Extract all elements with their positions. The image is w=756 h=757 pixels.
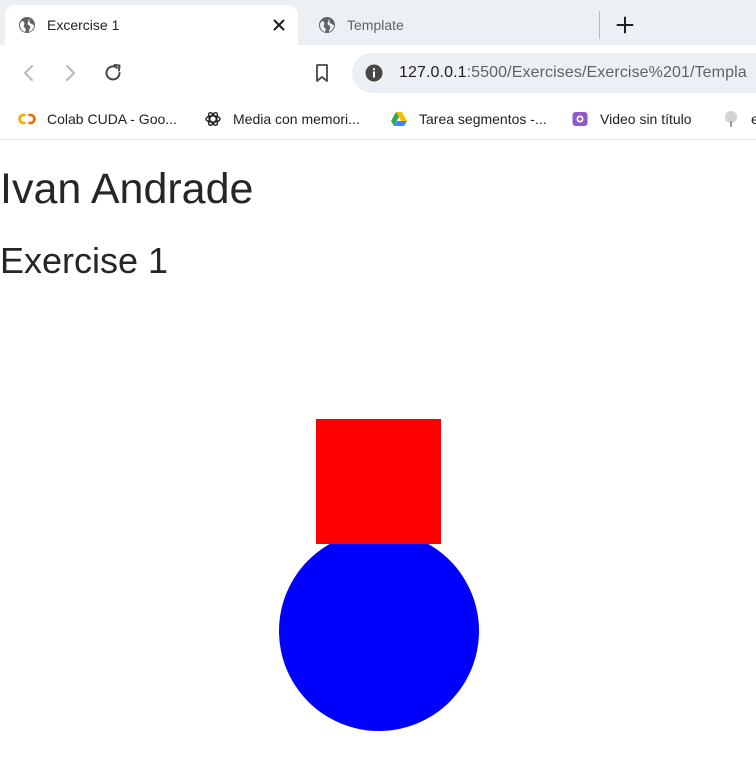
info-icon[interactable]	[365, 64, 383, 82]
reload-button[interactable]	[101, 61, 125, 85]
bookmark-tarea[interactable]: Tarea segmentos -...	[390, 108, 547, 130]
blue-circle	[279, 531, 479, 731]
url-host: 127.0.0.1	[399, 64, 467, 81]
back-button[interactable]	[17, 61, 41, 85]
globe-icon	[19, 17, 35, 33]
bookmark-colab[interactable]: Colab CUDA - Goo...	[18, 108, 177, 130]
url-path: :5500/Exercises/Exercise%201/Templa	[466, 64, 747, 81]
google-drive-icon	[391, 112, 407, 126]
close-icon[interactable]	[270, 16, 288, 34]
arrow-right-icon	[66, 65, 75, 81]
page-subtitle: Exercise 1	[0, 240, 169, 281]
red-square	[316, 419, 441, 544]
bookmark-media[interactable]: Media con memori...	[204, 108, 360, 130]
page-title: Ivan Andrade	[0, 165, 254, 213]
tab-template[interactable]: Template	[305, 5, 595, 45]
bookmark-label: Tarea segmentos -...	[419, 111, 547, 127]
bookmark-icon[interactable]	[311, 62, 333, 84]
video-icon	[572, 112, 588, 126]
forward-button[interactable]	[58, 61, 82, 85]
bookmark-label: Video sin título	[600, 111, 692, 127]
tab-separator	[599, 11, 600, 39]
arrow-left-icon	[24, 65, 33, 81]
openai-icon	[205, 112, 221, 126]
plus-icon	[616, 16, 634, 34]
new-tab-button[interactable]	[612, 12, 638, 38]
colab-icon	[18, 113, 36, 125]
bookmark-label: e	[751, 111, 756, 127]
bookmarks-bar: Colab CUDA - Goo... Media con memori... …	[0, 100, 756, 140]
tab-excercise-1[interactable]: Excercise 1	[5, 5, 298, 45]
browser-window: Excercise 1 Template 127.0.0.1:5500/Exer…	[0, 0, 756, 757]
url-text: 127.0.0.1:5500/Exercises/Exercise%201/Te…	[399, 64, 747, 82]
tree-icon	[725, 111, 737, 127]
bookmark-e[interactable]: e	[722, 108, 756, 130]
reload-icon	[105, 64, 121, 81]
toolbar: 127.0.0.1:5500/Exercises/Exercise%201/Te…	[0, 45, 756, 100]
bookmark-video[interactable]: Video sin título	[571, 108, 692, 130]
tab-title: Excercise 1	[47, 17, 120, 33]
tab-title: Template	[347, 17, 404, 33]
bookmark-label: Colab CUDA - Goo...	[47, 111, 177, 127]
tab-strip: Excercise 1 Template	[0, 0, 756, 50]
address-bar[interactable]: 127.0.0.1:5500/Exercises/Exercise%201/Te…	[352, 53, 756, 93]
globe-icon	[319, 17, 335, 33]
bookmark-label: Media con memori...	[233, 111, 360, 127]
page-content: Ivan Andrade Exercise 1	[0, 141, 756, 757]
